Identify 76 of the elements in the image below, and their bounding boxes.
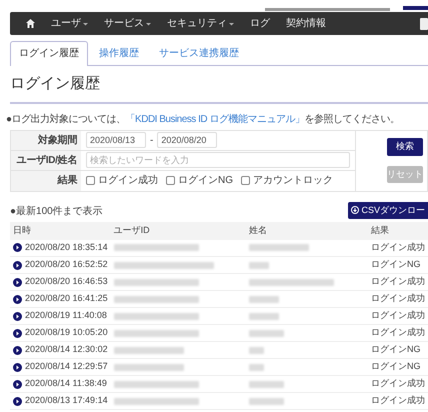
redacted-text bbox=[248, 312, 279, 320]
detail-icon bbox=[13, 294, 22, 304]
column-header: ユーザID bbox=[110, 222, 246, 240]
manual-link[interactable]: 「KDDI Business ID ログ機能マニュアル」 bbox=[126, 114, 304, 124]
column-header: 姓名 bbox=[246, 222, 368, 240]
range-separator: - bbox=[150, 134, 154, 148]
datetime-text: 2020/08/14 12:29:57 bbox=[25, 360, 108, 374]
account-icon[interactable] bbox=[420, 18, 428, 30]
checkbox[interactable] bbox=[86, 176, 95, 185]
tab[interactable]: 操作履歴 bbox=[90, 41, 148, 65]
redacted-text bbox=[248, 244, 309, 252]
datetime-text: 2020/08/20 16:41:25 bbox=[25, 292, 108, 306]
tab[interactable]: ログイン履歴 bbox=[10, 41, 88, 66]
datetime-text: 2020/08/13 17:49:14 bbox=[25, 394, 108, 408]
datetime-text: 2020/08/20 16:52:52 bbox=[25, 258, 108, 272]
nav-menu-item[interactable]: サービス bbox=[104, 16, 151, 31]
table-cell: ログイン成功 bbox=[368, 324, 428, 342]
column-header: 結果 bbox=[368, 222, 428, 240]
limit-note: ●最新100件まで表示 bbox=[10, 204, 103, 219]
field-label: 結果 bbox=[11, 170, 81, 190]
datetime-text: 2020/08/14 11:38:49 bbox=[25, 377, 107, 390]
table-cell: ログインNG bbox=[368, 358, 428, 376]
nav-menu-item[interactable]: ログ bbox=[250, 16, 270, 31]
csv-download-button[interactable]: CSVダウンロー bbox=[348, 202, 428, 219]
datetime-text: 2020/08/20 18:35:14 bbox=[25, 241, 108, 254]
table-cell: ログインNG bbox=[368, 342, 428, 358]
table-cell: ログイン成功 bbox=[368, 240, 428, 256]
checkbox-label: アカウントロック bbox=[253, 174, 333, 188]
detail-icon bbox=[13, 328, 22, 338]
table-cell: ログイン成功 bbox=[368, 308, 428, 324]
table-cell: ログイン成功 bbox=[368, 392, 428, 410]
header-strip bbox=[403, 6, 428, 10]
detail-icon bbox=[13, 380, 22, 388]
table-cell: ログイン成功 bbox=[368, 376, 428, 392]
detail-icon bbox=[13, 312, 22, 320]
checkbox[interactable] bbox=[166, 176, 175, 185]
detail-icon bbox=[13, 346, 22, 354]
tab[interactable]: サービス連携履歴 bbox=[150, 41, 248, 65]
search-field[interactable]: 検索したいワードを入力 bbox=[86, 152, 350, 168]
redacted-text bbox=[248, 346, 264, 354]
checkbox-label: ログイン成功 bbox=[98, 174, 158, 188]
redacted-text bbox=[248, 380, 284, 388]
datetime-text: 2020/08/19 10:05:20 bbox=[25, 326, 108, 340]
nav-menu-item[interactable]: 契約情報 bbox=[286, 16, 326, 31]
home-icon[interactable] bbox=[26, 19, 35, 28]
redacted-text bbox=[248, 364, 264, 370]
detail-icon bbox=[13, 362, 22, 372]
redacted-text bbox=[248, 296, 279, 302]
checkbox-label: ログインNG bbox=[178, 174, 233, 188]
page-heading: ログイン履歴 bbox=[10, 73, 428, 104]
redacted-text bbox=[248, 398, 284, 404]
table-cell: ログインNG bbox=[368, 256, 428, 274]
nav-menu-item[interactable]: セキュリティ bbox=[167, 16, 234, 31]
field-label: 対象期間 bbox=[11, 130, 81, 150]
table-cell: ログイン成功 bbox=[368, 290, 428, 308]
checkbox[interactable] bbox=[241, 176, 250, 185]
date-field[interactable]: 2020/08/20 bbox=[157, 132, 218, 148]
datetime-text: 2020/08/14 12:30:02 bbox=[25, 343, 108, 356]
redacted-text bbox=[248, 262, 269, 268]
detail-icon bbox=[13, 260, 22, 270]
field-label: ユーザID/姓名 bbox=[11, 150, 81, 170]
note-text: ●ログ出力対象については、「KDDI Business ID ログ機能マニュアル」を参照してください。 bbox=[6, 112, 400, 126]
detail-icon bbox=[13, 278, 22, 286]
download-icon bbox=[351, 206, 360, 214]
redacted-text bbox=[114, 364, 184, 370]
date-field[interactable]: 2020/08/13 bbox=[86, 132, 146, 148]
redacted-text bbox=[248, 330, 284, 336]
redacted-text bbox=[114, 346, 184, 354]
detail-icon bbox=[13, 396, 22, 406]
datetime-text: 2020/08/20 16:46:53 bbox=[25, 275, 108, 288]
column-header: 日時 bbox=[10, 222, 111, 240]
table-cell: ログイン成功 bbox=[368, 274, 428, 290]
datetime-text: 2020/08/19 11:40:08 bbox=[25, 309, 107, 322]
detail-icon bbox=[13, 243, 22, 252]
nav-menu-item[interactable]: ユーザ bbox=[51, 16, 88, 31]
search-button[interactable]: 検索 bbox=[387, 138, 423, 156]
